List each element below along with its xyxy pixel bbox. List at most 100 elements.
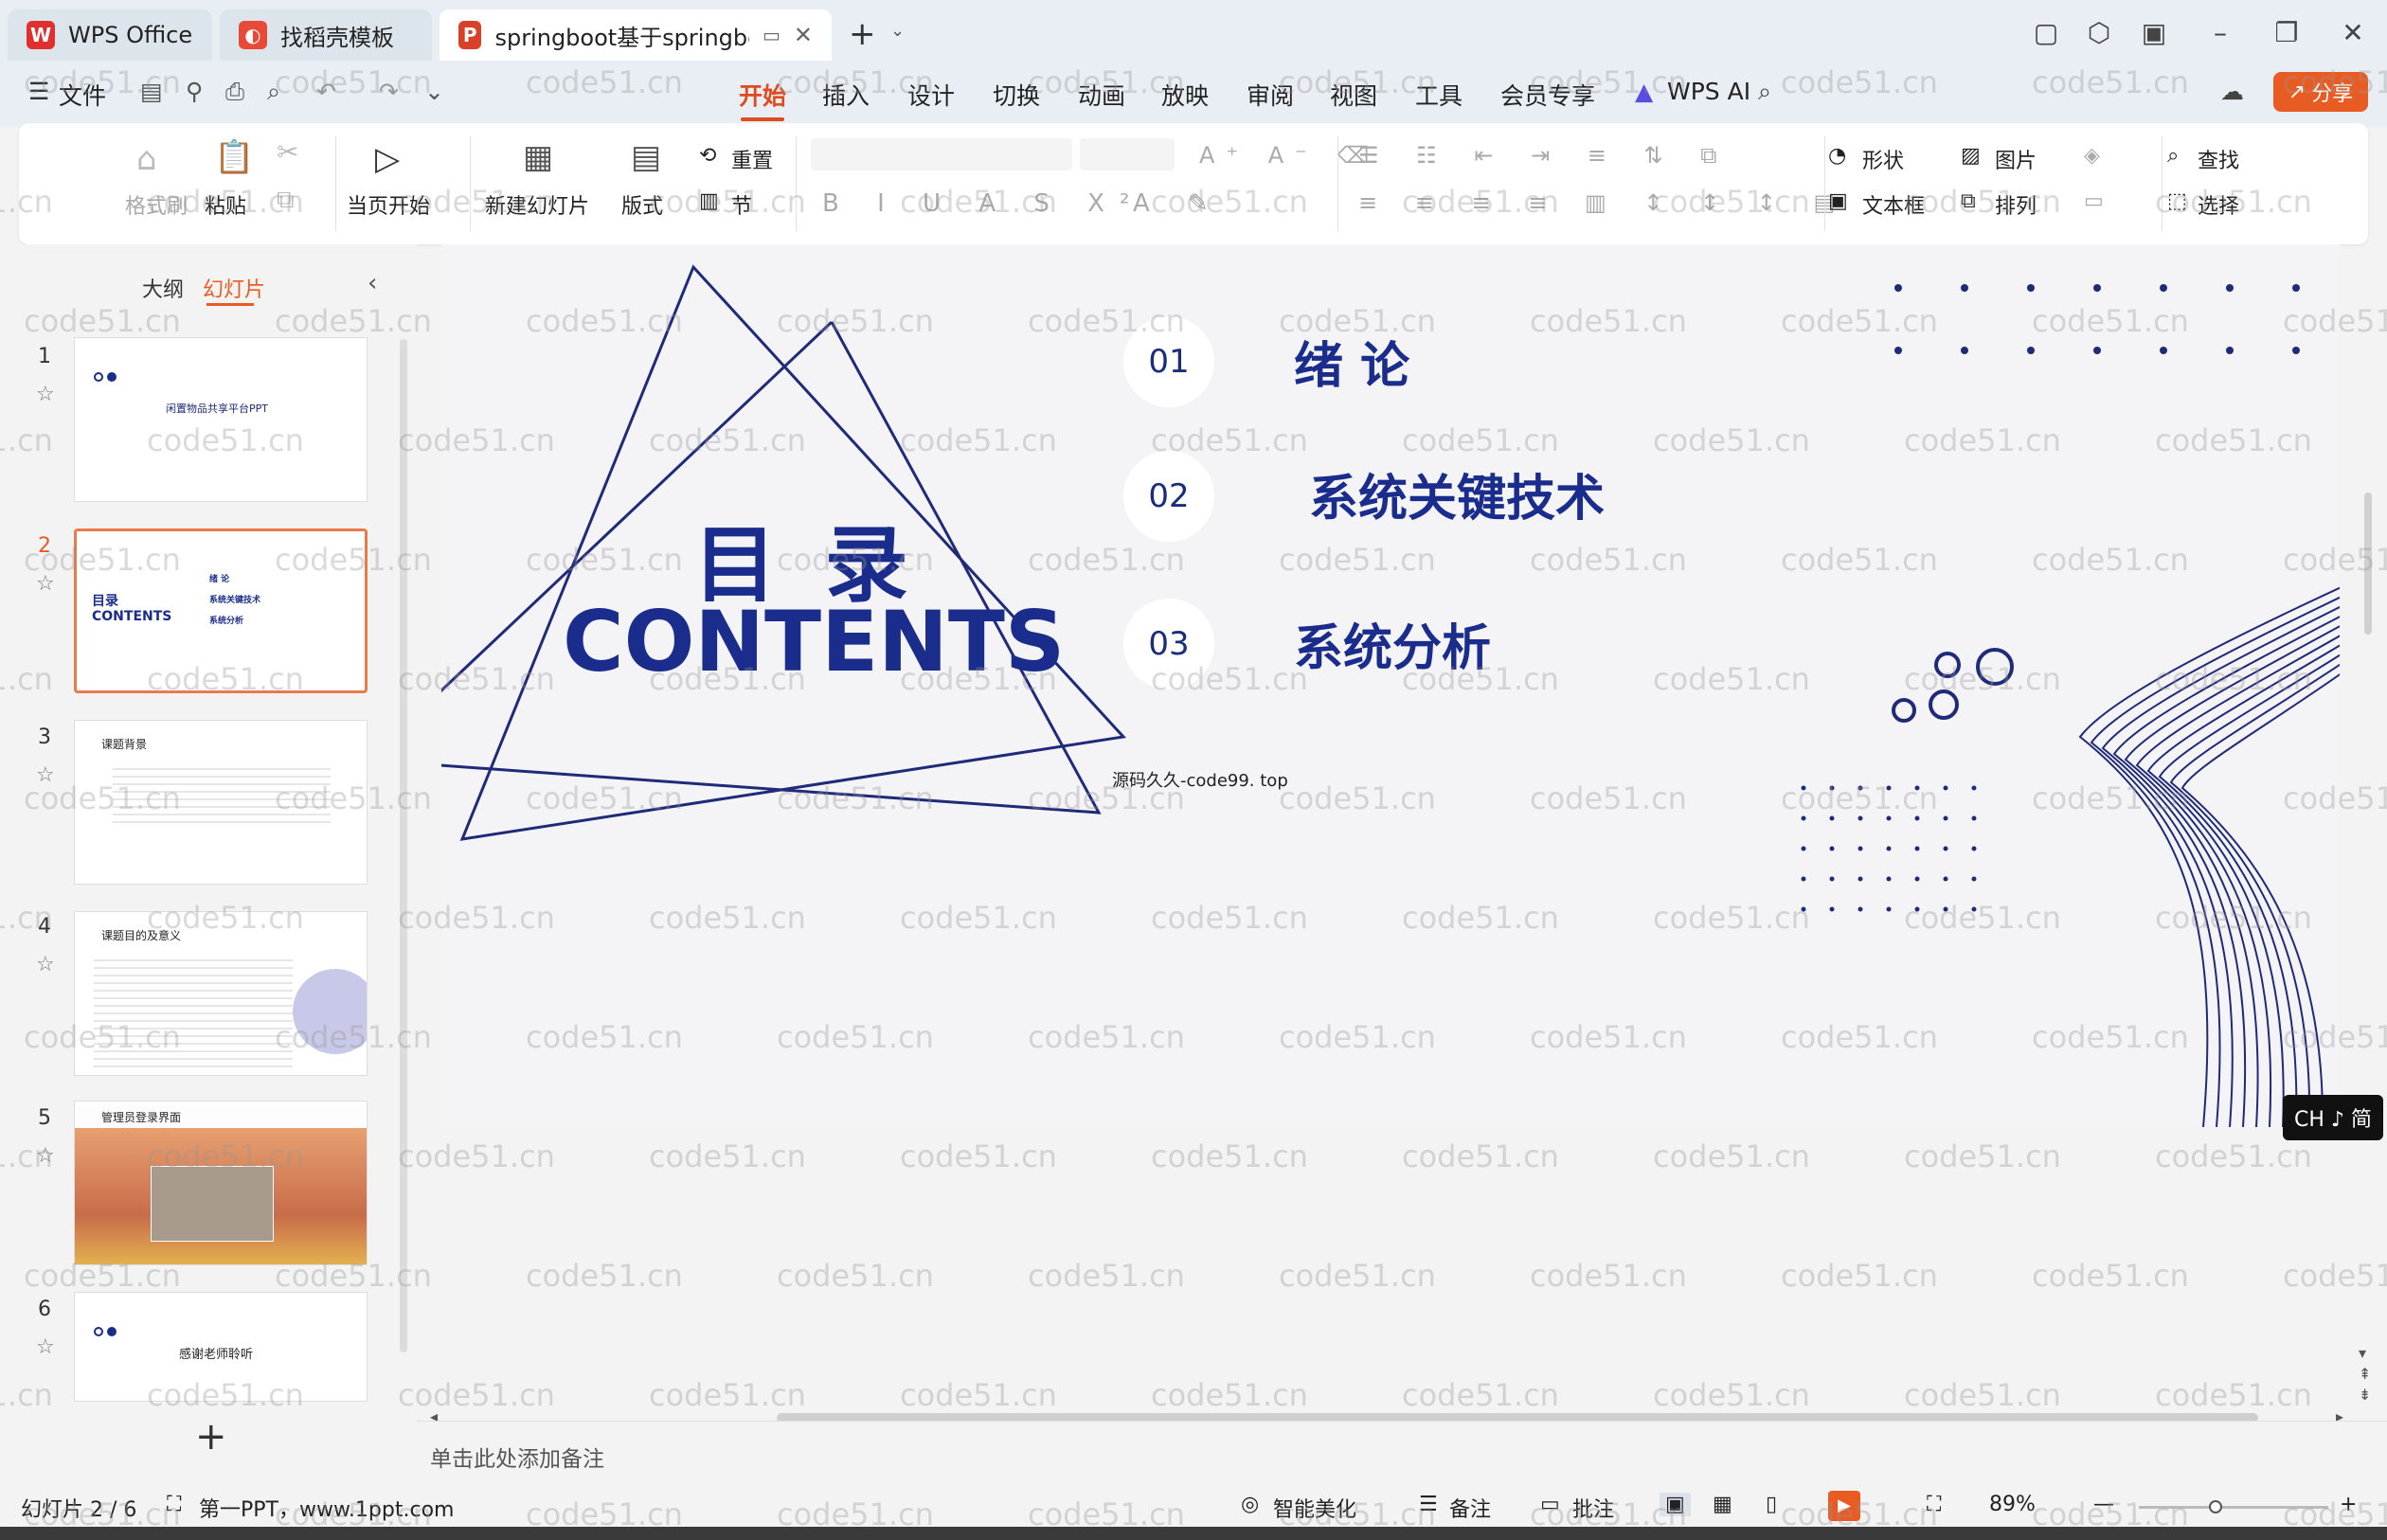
close-tab-icon[interactable]: ✕	[794, 22, 813, 48]
menu-icon[interactable]: ☰	[28, 78, 49, 105]
zoom-slider[interactable]	[2139, 1506, 2328, 1509]
tab-member[interactable]: 会员专享	[1500, 78, 1595, 112]
paste-button[interactable]: 粘贴	[205, 189, 246, 220]
slide-caption[interactable]: 源码久久-code99. top	[1112, 767, 1288, 792]
slides-tab[interactable]: 幻灯片	[203, 273, 265, 303]
select-button[interactable]: 选择	[2198, 189, 2239, 220]
toc-item-3[interactable]: 系统分析	[1294, 608, 1491, 679]
restore-icon[interactable]: ❐	[2268, 17, 2306, 48]
tab-design[interactable]: 设计	[907, 78, 955, 112]
format-painter-icon[interactable]: ⌂	[136, 140, 157, 178]
notes-placeholder[interactable]: 单击此处添加备注	[430, 1441, 604, 1473]
slide-thumbnail-5[interactable]: 管理员登录界面	[74, 1101, 368, 1265]
tab-insert[interactable]: 插入	[822, 78, 870, 112]
tab-review[interactable]: 审阅	[1247, 78, 1294, 112]
textbox-button[interactable]: 文本框	[1862, 189, 1925, 220]
paste-icon[interactable]: 📋	[214, 138, 254, 176]
font-size-select[interactable]	[1080, 138, 1175, 170]
zoom-level[interactable]: 89%	[1989, 1493, 2036, 1516]
theme-name[interactable]: 第一PPT，www.1ppt.com	[199, 1493, 454, 1523]
present-icon[interactable]: ▭	[763, 24, 781, 46]
slide-scrollbar[interactable]	[2364, 492, 2372, 635]
minimize-icon[interactable]: –	[2201, 17, 2239, 48]
align-buttons[interactable]: ≡ ≡ ≡ ≡ ▥ ↕ ↕ ↕ ▤	[1358, 189, 1850, 216]
format-painter-button[interactable]: 格式刷	[125, 189, 188, 220]
star-icon[interactable]: ☆	[36, 1335, 55, 1359]
add-slide-button[interactable]: +	[195, 1415, 227, 1459]
outline-tab[interactable]: 大纲	[142, 273, 184, 303]
slide-thumbnail-2[interactable]: 目录 CONTENTS 绪 论系统关键技术 系统分析	[74, 528, 368, 693]
more-icon[interactable]: ⌄	[424, 78, 444, 105]
avatar[interactable]: ▣	[2135, 17, 2173, 48]
toc-number-3[interactable]: 03	[1123, 599, 1214, 689]
reset-button[interactable]: 重置	[731, 144, 773, 174]
cube-icon[interactable]: ⬡	[2080, 17, 2118, 48]
shape-button[interactable]: 形状	[1862, 144, 1904, 174]
outline-icon[interactable]: ▭	[2084, 189, 2104, 213]
highlight-icon[interactable]: ✎	[1188, 189, 1209, 218]
comments-button[interactable]: 批注	[1572, 1493, 1614, 1523]
normal-view-icon[interactable]: ▣	[1660, 1493, 1691, 1516]
tab-transition[interactable]: 切换	[993, 78, 1040, 112]
tab-tools[interactable]: 工具	[1415, 78, 1463, 112]
pin-icon[interactable]: ⚲	[186, 78, 203, 105]
zoom-slider-handle[interactable]	[2209, 1500, 2222, 1513]
zoom-in-icon[interactable]: +	[2340, 1493, 2357, 1516]
star-icon[interactable]: ☆	[36, 1144, 55, 1168]
play-current-button[interactable]: 当页开始	[347, 189, 430, 220]
star-icon[interactable]: ☆	[36, 953, 55, 976]
font-family-select[interactable]	[811, 138, 1072, 170]
grid-view-icon[interactable]: ▦	[1713, 1493, 1732, 1516]
star-icon[interactable]: ☆	[36, 763, 55, 787]
paragraph-buttons[interactable]: ☰ ☷ ⇤ ⇥ ≡ ⇅ ⧉	[1358, 142, 1732, 169]
cloud-icon[interactable]: ☁	[2220, 78, 2244, 105]
redo-icon[interactable]: ↷	[379, 78, 399, 105]
beautify-button[interactable]: 智能美化	[1273, 1493, 1356, 1523]
layout-icon[interactable]: ▤	[631, 138, 661, 176]
tab-home[interactable]: 开始	[739, 78, 786, 121]
tab-view[interactable]: 视图	[1330, 78, 1377, 112]
cut-icon[interactable]: ✂	[277, 136, 298, 168]
section-button[interactable]: 节	[731, 189, 752, 220]
tab-document[interactable]: P springboot基于springboot闲 ▭ ✕	[440, 9, 832, 61]
tab-slideshow[interactable]: 放映	[1161, 78, 1209, 112]
ime-indicator[interactable]: CH ♪ 简	[2283, 1095, 2383, 1140]
new-slide-button[interactable]: 新建幻灯片	[485, 189, 589, 220]
find-button[interactable]: 查找	[2198, 144, 2239, 174]
search-icon[interactable]: ⌕	[1758, 78, 1771, 106]
close-window-icon[interactable]: ✕	[2334, 17, 2372, 48]
collapse-panel-icon[interactable]: ‹	[368, 269, 377, 297]
fit-window-icon[interactable]: ⛶	[1927, 1493, 1941, 1516]
notes-pane[interactable]: 单击此处添加备注	[417, 1421, 2387, 1487]
play-slideshow-button[interactable]: ▶	[1828, 1491, 1860, 1521]
tab-docer[interactable]: ◐ 找稻壳模板	[220, 9, 432, 61]
notes-button[interactable]: 备注	[1449, 1493, 1491, 1523]
copy-icon[interactable]: ⧉	[277, 186, 295, 215]
print-preview-icon[interactable]: ⌕	[267, 78, 280, 106]
reading-view-icon[interactable]: ▯	[1766, 1493, 1777, 1516]
undo-icon[interactable]: ↶	[316, 78, 336, 105]
slide-thumbnail-4[interactable]: 课题目的及意义	[74, 911, 368, 1076]
toc-item-1[interactable]: 绪 论	[1294, 326, 1409, 397]
font-size-buttons[interactable]: A⁺ A⁻ ⌫	[1199, 142, 1380, 169]
chevron-down-icon[interactable]: ⌄	[890, 21, 905, 41]
toc-number-1[interactable]: 01	[1123, 316, 1214, 407]
save-icon[interactable]: ▤	[140, 78, 163, 105]
toc-number-2[interactable]: 02	[1123, 451, 1214, 542]
picture-button[interactable]: 图片	[1995, 144, 2037, 174]
text-format-buttons[interactable]: B I U A S X²	[822, 189, 1144, 218]
scroll-arrows[interactable]: ▾ ⇞ ⇟	[2359, 1343, 2371, 1406]
slide-canvas[interactable]: 目 录 CONTENTS 01 绪 论 02 系统关键技术 03 系统分析 源码…	[441, 244, 2340, 1127]
share-button[interactable]: ↗ 分享	[2273, 72, 2368, 112]
file-menu[interactable]: 文件	[59, 78, 106, 112]
star-icon[interactable]: ☆	[36, 572, 55, 596]
new-slide-icon[interactable]: ▦	[523, 138, 553, 176]
tab-wps-office[interactable]: W WPS Office	[8, 9, 212, 61]
window-layout-icon[interactable]: ▢	[2027, 17, 2065, 48]
tab-animation[interactable]: 动画	[1078, 78, 1125, 112]
slide-thumbnail-1[interactable]: 闲置物品共享平台PPT	[74, 337, 368, 502]
layout-button[interactable]: 版式	[621, 189, 663, 220]
zoom-out-icon[interactable]: —	[2093, 1493, 2114, 1516]
panel-scrollbar[interactable]	[400, 339, 407, 1352]
star-icon[interactable]: ☆	[36, 383, 55, 406]
